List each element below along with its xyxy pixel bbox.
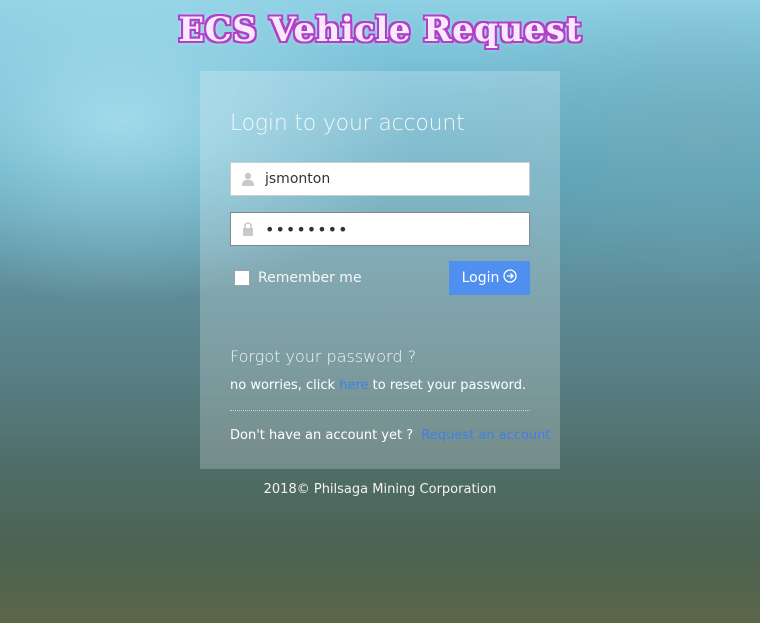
login-heading: Login to your account [230,111,465,136]
login-panel: Login to your account Remember me Login [200,71,560,469]
footer-copyright: 2018© Philsaga Mining Corporation [263,482,497,497]
username-field[interactable] [230,162,530,196]
reset-password-link[interactable]: here [339,378,368,393]
password-input[interactable] [265,214,529,244]
remember-checkbox[interactable] [234,270,250,286]
forgot-password-title: Forgot your password ? [230,347,417,366]
login-button-label: Login [461,270,500,286]
lock-icon [231,213,265,245]
password-field[interactable] [230,212,530,246]
arrow-circle-right-icon [503,269,518,287]
forgot-text-after: to reset your password. [368,378,527,393]
user-icon [231,163,265,195]
signup-text: Don't have an account yet ? Request an a… [230,428,550,443]
username-input[interactable] [265,164,529,194]
request-account-link[interactable]: Request an account [421,428,550,443]
remember-me[interactable]: Remember me [234,270,362,286]
forgot-password-text: no worries, click here to reset your pas… [230,378,526,393]
remember-label: Remember me [258,270,362,286]
forgot-text-before: no worries, click [230,378,340,393]
login-button[interactable]: Login [449,261,530,295]
divider [230,410,530,411]
signup-prompt: Don't have an account yet ? [230,428,414,443]
page-title: ECS Vehicle Request [178,10,582,50]
